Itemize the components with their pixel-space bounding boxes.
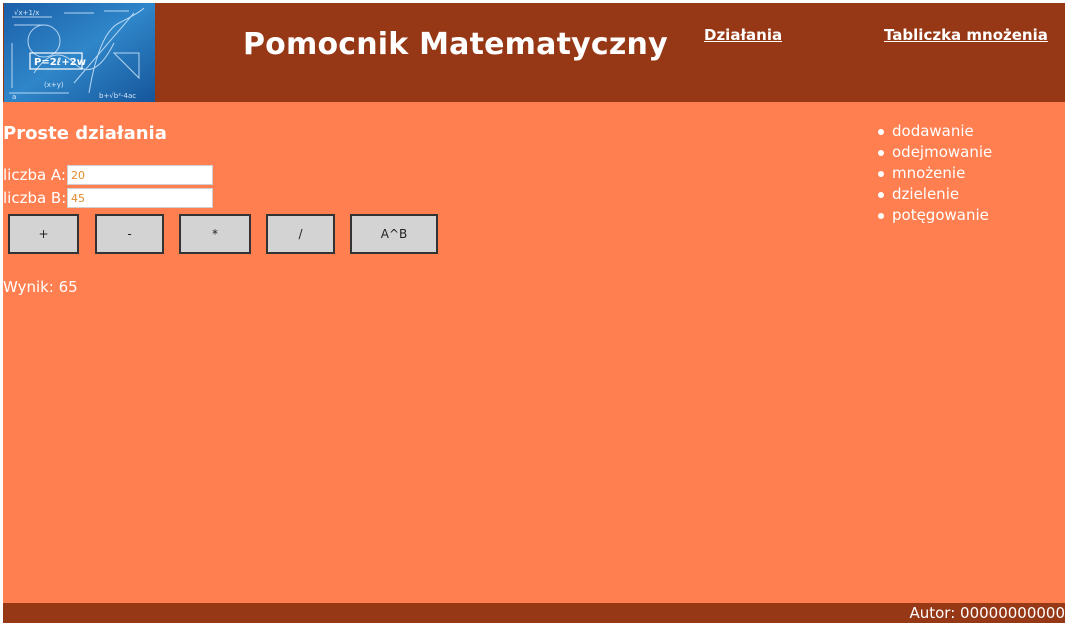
svg-text:(x+y): (x+y) <box>44 81 64 89</box>
sidebar-item-potegowanie[interactable]: potęgowanie <box>876 205 992 226</box>
sidebar-item-odejmowanie[interactable]: odejmowanie <box>876 142 992 163</box>
field-b-label: liczba B: <box>3 189 67 207</box>
add-button[interactable]: + <box>8 214 79 254</box>
field-row-b: liczba B: <box>3 187 213 209</box>
sidebar-item-mnozenie[interactable]: mnożenie <box>876 163 992 184</box>
sidebar-item-dodawanie[interactable]: dodawanie <box>876 121 992 142</box>
logo-formula: P=2ℓ+2w <box>34 57 86 68</box>
svg-text:b+√b²-4ac: b+√b²-4ac <box>99 92 136 100</box>
field-row-a: liczba A: <box>3 164 213 186</box>
subtract-button[interactable]: - <box>95 214 164 254</box>
sidebar-menu: dodawanie odejmowanie mnożenie dzielenie… <box>876 121 992 226</box>
footer-bar: Autor: 00000000000 <box>3 603 1065 623</box>
power-button[interactable]: A^B <box>350 214 438 254</box>
section-title: Proste działania <box>3 123 167 144</box>
header-bar: √x+1/x b+√b²-4ac a (x+y) P=2ℓ+2w Pomocni… <box>3 3 1065 102</box>
svg-text:√x+1/x: √x+1/x <box>14 9 39 17</box>
nav-link-dzialania[interactable]: Działania <box>704 26 782 44</box>
math-logo-image: √x+1/x b+√b²-4ac a (x+y) P=2ℓ+2w <box>4 3 155 102</box>
page-frame: √x+1/x b+√b²-4ac a (x+y) P=2ℓ+2w Pomocni… <box>3 3 1065 623</box>
number-a-input[interactable] <box>67 165 213 185</box>
author-text: Autor: 00000000000 <box>909 604 1065 622</box>
sidebar-item-dzielenie[interactable]: dzielenie <box>876 184 992 205</box>
svg-text:a: a <box>12 93 16 101</box>
nav-link-tabliczka-mnozenia[interactable]: Tabliczka mnożenia <box>884 26 1048 44</box>
page-title: Pomocnik Matematyczny <box>243 27 668 62</box>
multiply-button[interactable]: * <box>179 214 251 254</box>
divide-button[interactable]: / <box>266 214 335 254</box>
number-b-input[interactable] <box>67 188 213 208</box>
field-a-label: liczba A: <box>3 166 66 184</box>
result-text: Wynik: 65 <box>3 278 78 296</box>
